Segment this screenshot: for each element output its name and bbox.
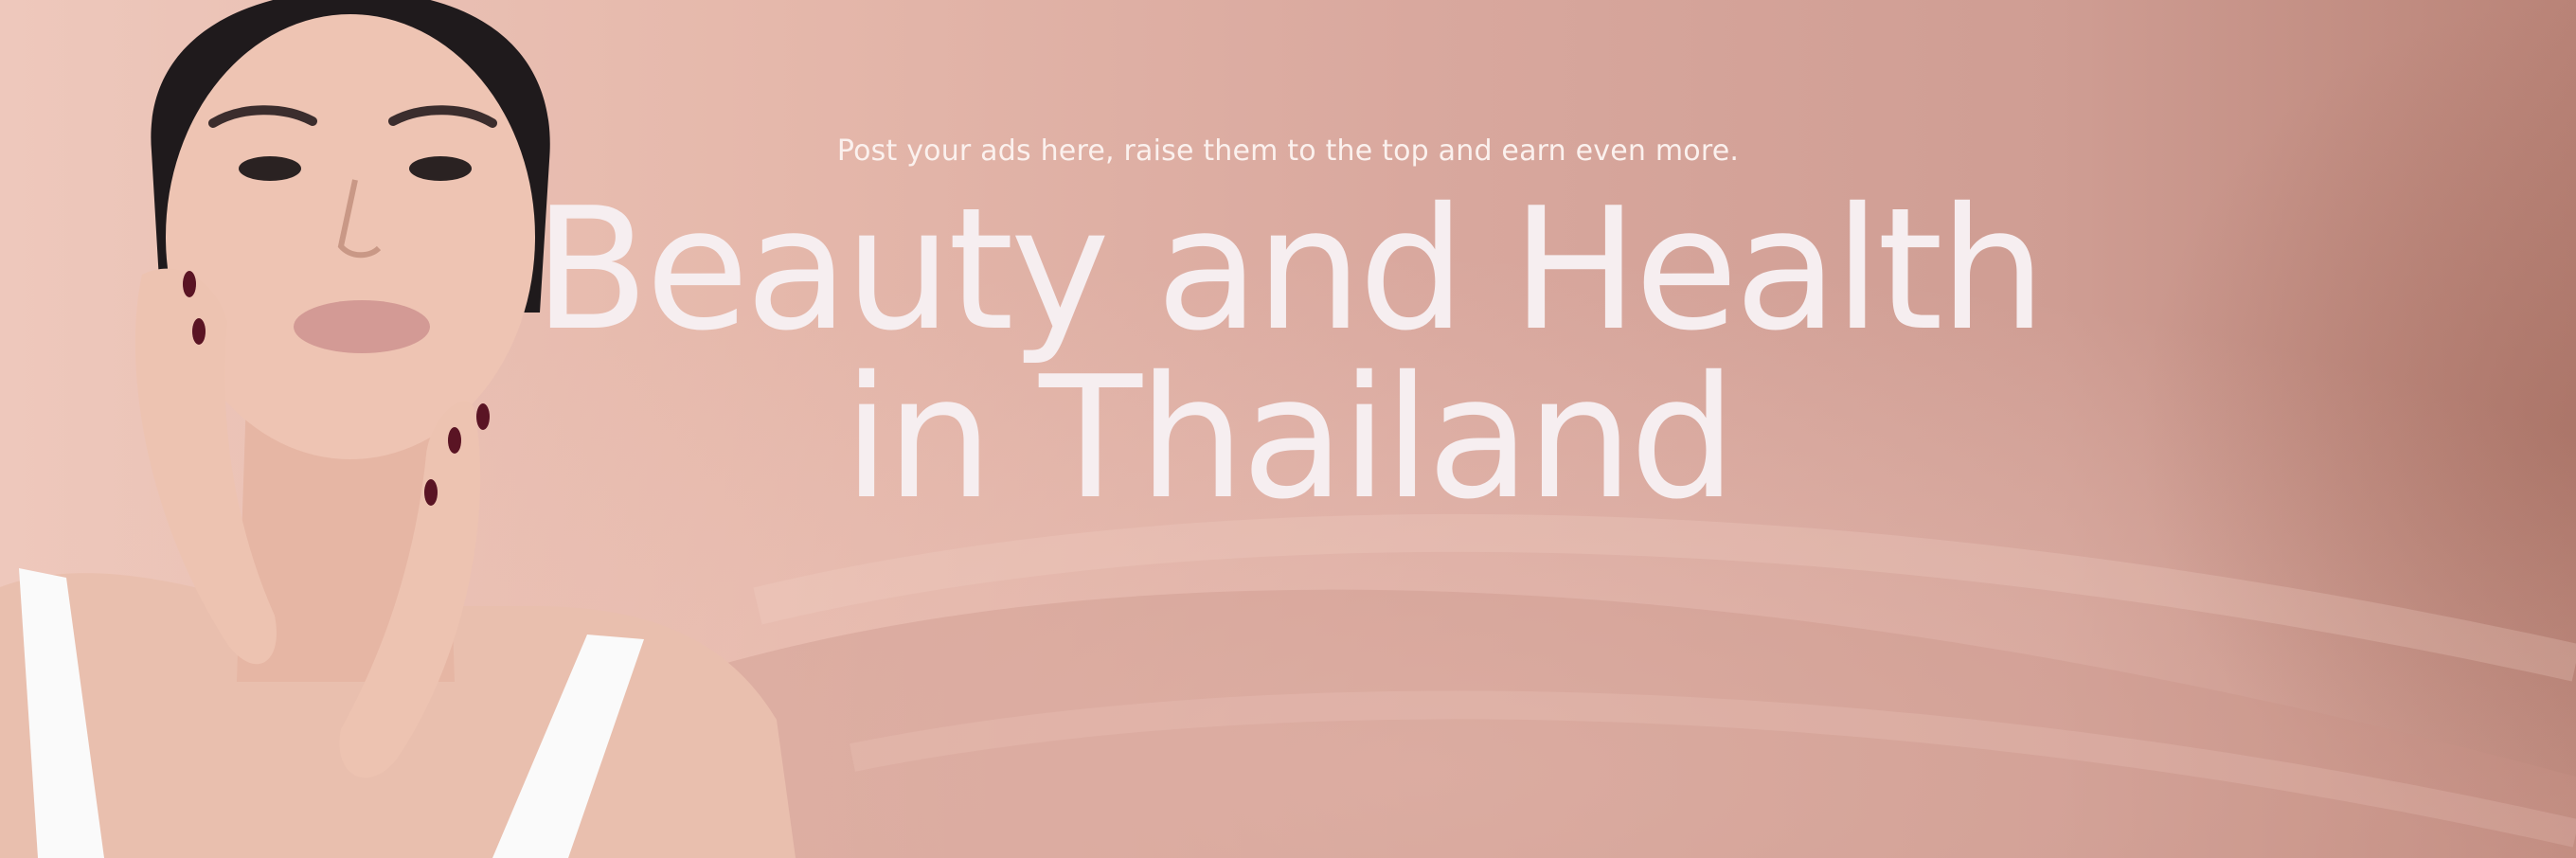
headline-line-2: in Thailand	[843, 340, 1736, 536]
hero-headline: Beauty and Health in Thailand	[0, 186, 2576, 523]
hero-subtitle: Post your ads here, raise them to the to…	[836, 134, 1740, 168]
headline-line-1: Beauty and Health	[533, 171, 2046, 367]
hero-banner: Post your ads here, raise them to the to…	[0, 0, 2576, 858]
